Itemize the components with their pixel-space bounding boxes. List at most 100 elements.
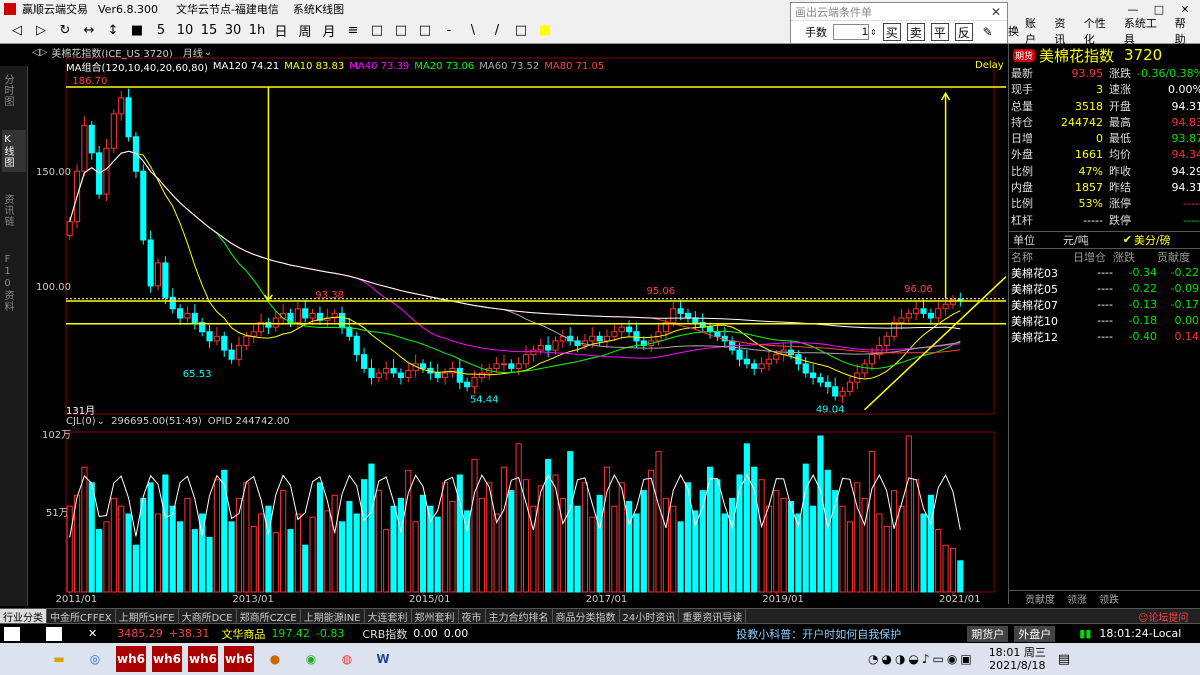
close-icon[interactable]: ✕ <box>88 627 97 640</box>
ma-legend-item: MA80 71.05 <box>544 60 605 72</box>
tab-news-chain[interactable]: 资讯链 <box>2 190 26 231</box>
toolbar-button-9[interactable]: 30 <box>222 20 244 42</box>
market-tab[interactable]: 郑州套利 <box>412 608 459 624</box>
toolbar-button-16[interactable]: □ <box>390 20 412 42</box>
edu-tip[interactable]: 投教小科普：开户时如何自我保护 <box>736 626 901 642</box>
candle-body <box>832 386 839 397</box>
table-row[interactable]: 美棉花12 ---- -0.40 0.14 <box>1009 329 1200 345</box>
tab-f10[interactable]: F10资料 <box>2 250 26 316</box>
draw-pen-icon[interactable]: ✎ <box>979 23 997 41</box>
table-row[interactable]: 美棉花10 ---- -0.18 0.00 <box>1009 313 1200 329</box>
toolbar-button-0[interactable]: ◁ <box>6 20 28 42</box>
sell-button[interactable]: 卖 <box>906 23 925 41</box>
toolbar-button-4[interactable]: ↕ <box>102 20 124 42</box>
candle-body <box>684 312 692 319</box>
toolbar-button-7[interactable]: 10 <box>174 20 196 42</box>
toolbar-button-11[interactable]: 日 <box>270 20 292 42</box>
notification-icon[interactable]: ▤ <box>1058 652 1070 667</box>
market-tab[interactable]: 24小时资讯 <box>620 608 680 624</box>
chrome-icon[interactable]: ◍ <box>332 646 362 672</box>
tab-top-losers[interactable]: 领跌 <box>1099 591 1119 606</box>
market-tab[interactable]: 商品分类指数 <box>553 608 620 624</box>
rank-tabs: 贡献度 领涨 领跌 <box>1009 590 1200 606</box>
market-tab[interactable]: 郑商所CZCE <box>237 608 301 624</box>
toolbar-button-22[interactable]: ■ <box>534 20 556 42</box>
quote-label: 均价 <box>1109 148 1131 162</box>
toolbar-button-13[interactable]: 月 <box>318 20 340 42</box>
volume-indicator-name[interactable]: CJL(0) <box>66 416 96 427</box>
unit-alt[interactable]: 美分/磅 <box>1134 232 1171 248</box>
column-header[interactable]: 日增仓 <box>1073 249 1113 265</box>
toolbar-button-6[interactable]: 5 <box>150 20 172 42</box>
column-header[interactable]: 贡献度 <box>1157 249 1199 265</box>
table-row[interactable]: 美棉花03 ---- -0.34 -0.22 <box>1009 265 1200 281</box>
menu-system-tools[interactable]: 系统工具 <box>1124 15 1167 47</box>
wechat-icon[interactable]: ◉ <box>296 646 326 672</box>
wh6-app-icon[interactable]: wh6 <box>116 646 146 672</box>
window-icon[interactable] <box>46 626 62 641</box>
browser-icon[interactable]: ◎ <box>80 646 110 672</box>
buy-button[interactable]: 买 <box>882 23 901 41</box>
tab-kline[interactable]: K线图 <box>2 130 26 172</box>
volume-bar <box>169 505 176 593</box>
foreign-account-button[interactable]: 外盘户 <box>1014 625 1056 642</box>
toolbar-button-15[interactable]: □ <box>366 20 388 42</box>
toolbar-button-12[interactable]: 周 <box>294 20 316 42</box>
table-cell: 美棉花07 <box>1011 298 1058 312</box>
explorer-icon[interactable]: ▬ <box>44 646 74 672</box>
market-tab[interactable]: 上期所SHFE <box>116 608 179 624</box>
forum-link[interactable]: ☺论坛提问 <box>1138 609 1188 624</box>
toolbar-button-14[interactable]: ≡ <box>342 20 364 42</box>
table-row[interactable]: 美棉花05 ---- -0.22 -0.09 <box>1009 281 1200 297</box>
ma-legend-item[interactable]: MA组合(120,10,40,20,60,80) <box>66 59 208 74</box>
menu-account[interactable]: 账户 <box>1025 15 1046 47</box>
qty-stepper-icon[interactable]: ⇕ <box>870 28 877 37</box>
column-header[interactable]: 名称 <box>1011 249 1073 265</box>
tab-contrib[interactable]: 贡献度 <box>1025 591 1055 606</box>
toolbar-button-20[interactable]: / <box>486 20 508 42</box>
kline-chart[interactable]: 150.00 100.00 102万 51万 2011/01 2013/01 2015/01… <box>28 44 1008 604</box>
market-tab[interactable]: 大商所DCE <box>179 608 237 624</box>
wh6-app-icon[interactable]: wh6 <box>188 646 218 672</box>
menu-personalize[interactable]: 个性化 <box>1084 15 1116 47</box>
market-tab[interactable]: 主力合约排名 <box>486 608 553 624</box>
word-icon[interactable]: W <box>368 646 398 672</box>
tab-timeshare[interactable]: 分时图 <box>2 70 26 111</box>
index2-name: 文华商品 <box>221 627 266 641</box>
game-icon[interactable]: ● <box>260 646 290 672</box>
unit-value[interactable]: 元/吨 <box>1063 232 1089 248</box>
toolbar-button-18[interactable]: - <box>438 20 460 42</box>
toolbar-button-1[interactable]: ▷ <box>30 20 52 42</box>
toolbar-button-21[interactable]: □ <box>510 20 532 42</box>
reverse-button[interactable]: 反 <box>954 23 973 41</box>
toolbar-button-10[interactable]: 1h <box>246 20 268 42</box>
restore-icon[interactable] <box>4 626 20 641</box>
table-row[interactable]: 美棉花07 ---- -0.13 -0.17 <box>1009 297 1200 313</box>
close-position-button[interactable]: 平 <box>930 23 949 41</box>
market-tab[interactable]: 大连套利 <box>365 608 412 624</box>
market-tab[interactable]: 重要资讯导读 <box>679 608 747 624</box>
column-header[interactable]: 涨跌 <box>1113 249 1157 265</box>
toolbar-button-17[interactable]: □ <box>414 20 436 42</box>
tray-icons[interactable]: ◔◕◑◒♪▭◉▣ <box>868 652 975 666</box>
tab-top-gainers[interactable]: 领涨 <box>1067 591 1087 606</box>
wh6-app-icon[interactable]: wh6 <box>152 646 182 672</box>
market-tab[interactable]: 中金所CFFEX <box>47 608 116 624</box>
menu-news[interactable]: 资讯 <box>1054 15 1075 47</box>
wh6-app-icon[interactable]: wh6 <box>224 646 254 672</box>
futures-account-button[interactable]: 期货户 <box>967 625 1009 642</box>
taskbar-clock[interactable]: 18:01 周三 2021/8/18 <box>989 646 1046 672</box>
market-tab[interactable]: 行业分类 <box>0 608 47 624</box>
toolbar-button-5[interactable]: ■ <box>126 20 148 42</box>
chevron-down-icon[interactable]: ⌄ <box>97 416 105 427</box>
menu-help[interactable]: 帮助 <box>1175 15 1196 47</box>
market-tab[interactable]: 上期能源INE <box>301 608 365 624</box>
toolbar-button-8[interactable]: 15 <box>198 20 220 42</box>
toolbar-button-19[interactable]: \ <box>462 20 484 42</box>
checkmark-icon[interactable]: ✔ <box>1123 233 1132 246</box>
toolbar-button-2[interactable]: ↻ <box>54 20 76 42</box>
close-icon[interactable]: ✕ <box>991 5 1001 19</box>
market-tab[interactable]: 夜市 <box>459 608 486 624</box>
toolbar-button-3[interactable]: ↔ <box>78 20 100 42</box>
qty-input[interactable] <box>833 24 869 40</box>
